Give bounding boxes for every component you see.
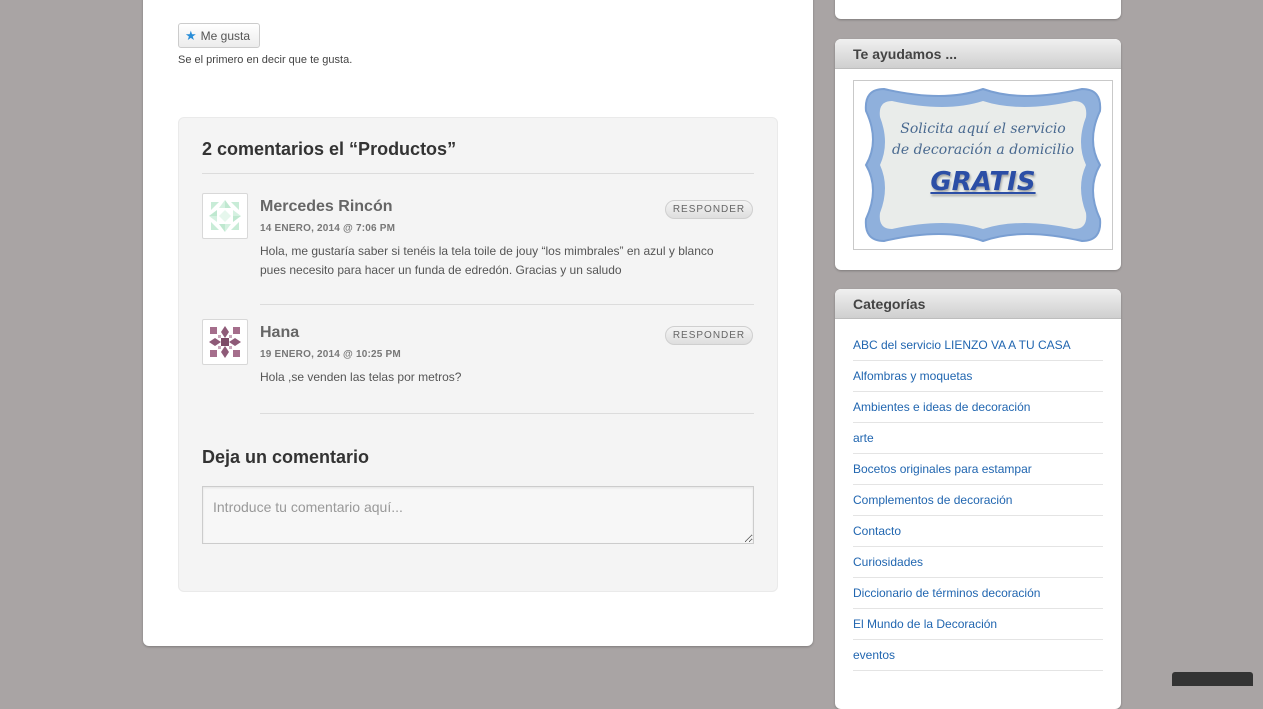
help-widget-title: Te ayudamos ...	[835, 39, 1121, 69]
like-note: Se el primero en decir que te gusta.	[178, 54, 353, 66]
sidebar-widget-top	[835, 0, 1121, 19]
comment-input[interactable]	[202, 486, 754, 544]
category-link[interactable]: eventos	[853, 648, 1103, 662]
comment-date[interactable]: 19 ENERO, 2014 @ 10:25 PM	[260, 349, 401, 360]
category-link[interactable]: Diccionario de términos decoración	[853, 586, 1103, 600]
divider	[853, 670, 1103, 671]
divider	[202, 173, 754, 174]
avatar[interactable]	[202, 193, 248, 239]
divider	[853, 391, 1103, 392]
identicon-purple-icon	[207, 324, 243, 360]
reply-button[interactable]: RESPONDER	[665, 200, 753, 219]
divider	[853, 484, 1103, 485]
category-link[interactable]: Alfombras y moquetas	[853, 369, 1103, 383]
like-button-label: Me gusta	[200, 28, 251, 43]
category-link[interactable]: Curiosidades	[853, 555, 1103, 569]
comment-text: Hola, me gustaría saber si tenéis la tel…	[260, 244, 714, 277]
divider	[853, 515, 1103, 516]
divider	[853, 453, 1103, 454]
avatar[interactable]	[202, 319, 248, 365]
category-link[interactable]: ABC del servicio LIENZO VA A TU CASA	[853, 338, 1103, 352]
category-link[interactable]: Complementos de decoración	[853, 493, 1103, 507]
promo-banner[interactable]: Solicita aquí el servicio de decoración …	[853, 80, 1113, 250]
comment-author[interactable]: Mercedes Rincón	[260, 198, 392, 216]
category-link[interactable]: arte	[853, 431, 1103, 445]
category-link[interactable]: El Mundo de la Decoración	[853, 617, 1103, 631]
divider	[853, 608, 1103, 609]
categories-widget-title: Categorías	[835, 289, 1121, 319]
floating-bar[interactable]	[1172, 672, 1253, 686]
like-button[interactable]: ★ Me gusta	[178, 23, 260, 48]
comment-date[interactable]: 14 ENERO, 2014 @ 7:06 PM	[260, 223, 395, 234]
category-link[interactable]: Ambientes e ideas de decoración	[853, 400, 1103, 414]
category-link[interactable]: Bocetos originales para estampar	[853, 462, 1103, 476]
promo-frame-shape	[864, 87, 1102, 243]
promo-gratis: GRATIS	[930, 167, 1036, 197]
promo-line-2: de decoración a domicilio	[891, 142, 1075, 158]
comment-author[interactable]: Hana	[260, 324, 299, 342]
divider	[853, 360, 1103, 361]
divider	[260, 304, 754, 305]
divider	[853, 422, 1103, 423]
leave-comment-title: Deja un comentario	[202, 447, 370, 467]
identicon-green-icon	[207, 198, 243, 234]
comments-title: 2 comentarios el “Productos”	[202, 139, 457, 159]
divider	[853, 639, 1103, 640]
divider	[853, 546, 1103, 547]
divider	[260, 413, 754, 414]
star-icon: ★	[185, 27, 197, 43]
comment-text: Hola ,se venden las telas por metros?	[260, 370, 462, 384]
category-link[interactable]: Contacto	[853, 524, 1103, 538]
reply-button[interactable]: RESPONDER	[665, 326, 753, 345]
divider	[853, 577, 1103, 578]
promo-line-1: Solicita aquí el servicio	[900, 121, 1066, 137]
